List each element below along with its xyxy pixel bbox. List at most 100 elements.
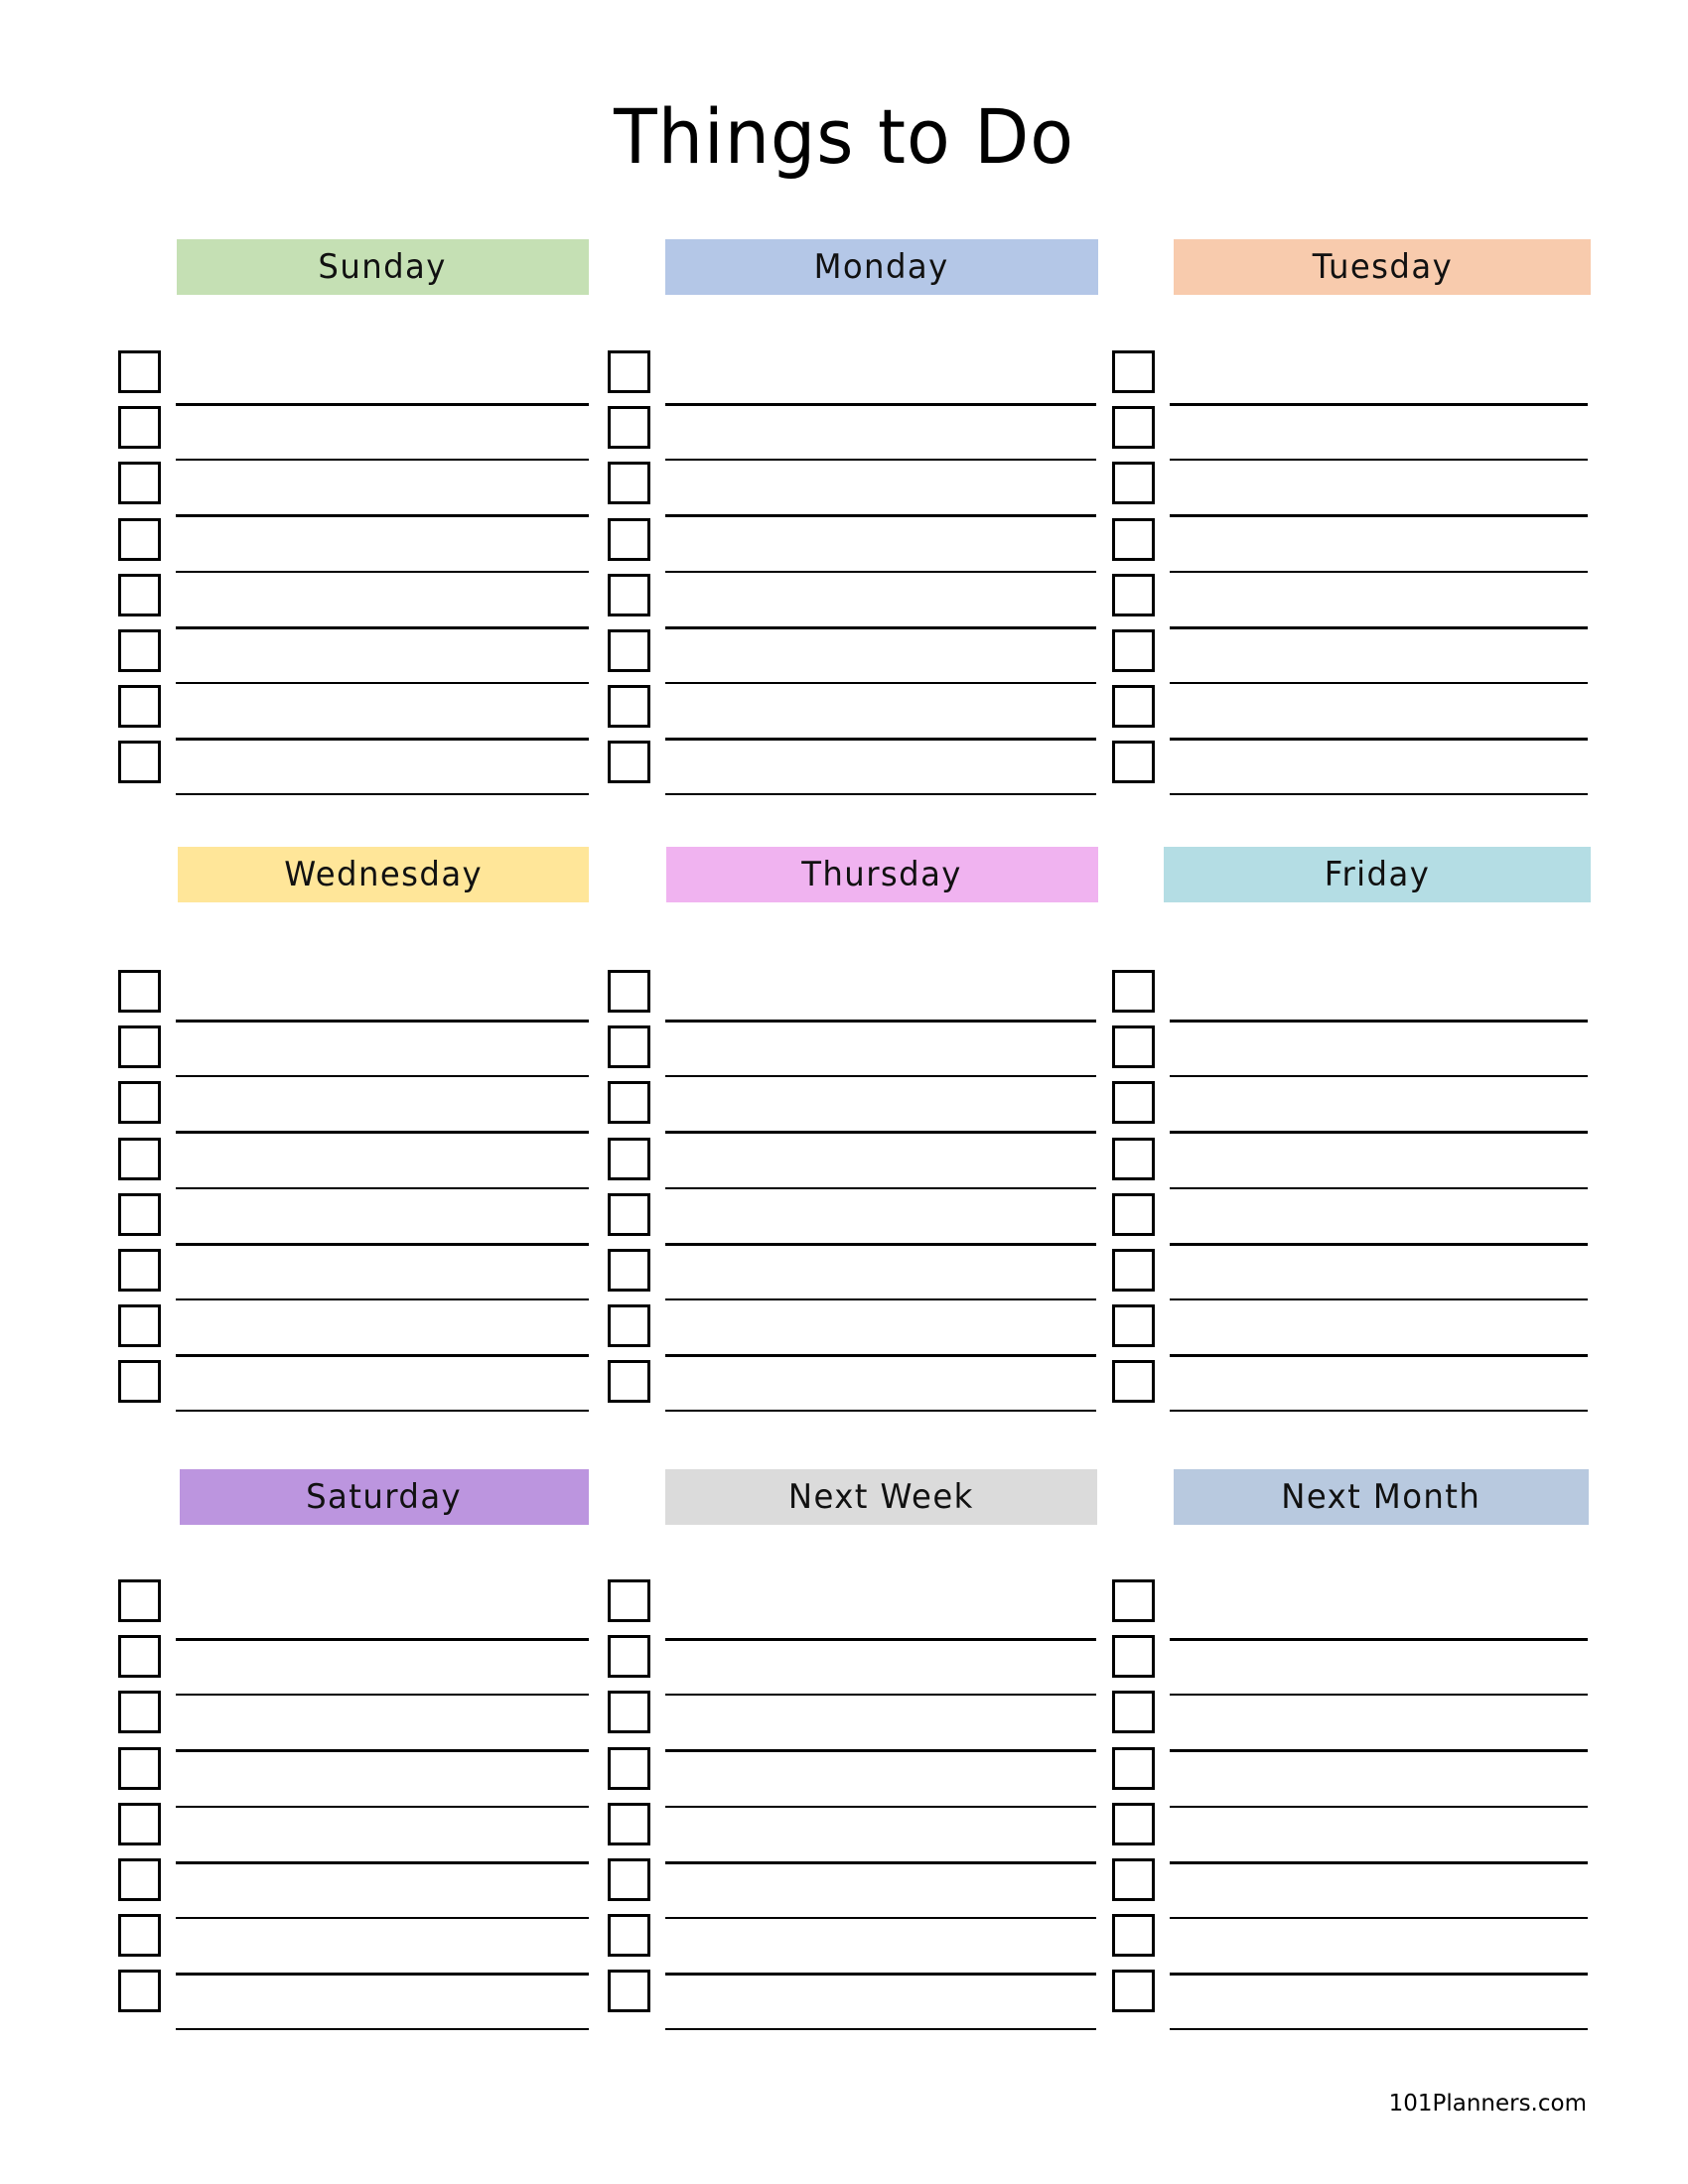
task-line[interactable] <box>665 793 1096 795</box>
task-line[interactable] <box>1170 571 1588 573</box>
task-line[interactable] <box>176 1131 589 1134</box>
task-line[interactable] <box>1170 738 1588 741</box>
task-line[interactable] <box>665 571 1096 573</box>
task-checkbox[interactable] <box>118 1304 161 1347</box>
task-line[interactable] <box>176 1806 589 1808</box>
task-checkbox[interactable] <box>118 1579 161 1622</box>
task-line[interactable] <box>665 1917 1096 1919</box>
task-line[interactable] <box>665 1806 1096 1808</box>
task-checkbox[interactable] <box>608 1635 650 1678</box>
task-line[interactable] <box>665 1638 1096 1641</box>
task-line[interactable] <box>176 1075 589 1077</box>
task-checkbox[interactable] <box>1112 741 1155 783</box>
task-checkbox[interactable] <box>118 1138 161 1180</box>
task-line[interactable] <box>665 1354 1096 1357</box>
task-line[interactable] <box>176 403 589 406</box>
task-checkbox[interactable] <box>608 462 650 504</box>
task-line[interactable] <box>176 1973 589 1976</box>
task-checkbox[interactable] <box>118 1360 161 1403</box>
task-line[interactable] <box>1170 793 1588 795</box>
task-checkbox[interactable] <box>118 462 161 504</box>
task-line[interactable] <box>176 1638 589 1641</box>
task-checkbox[interactable] <box>118 1249 161 1292</box>
task-line[interactable] <box>176 738 589 741</box>
task-checkbox[interactable] <box>608 1858 650 1901</box>
task-checkbox[interactable] <box>118 1747 161 1790</box>
task-checkbox[interactable] <box>1112 574 1155 616</box>
task-checkbox[interactable] <box>118 406 161 449</box>
task-line[interactable] <box>665 459 1096 461</box>
task-checkbox[interactable] <box>1112 1970 1155 2012</box>
task-line[interactable] <box>176 1917 589 1919</box>
task-line[interactable] <box>1170 514 1588 517</box>
task-line[interactable] <box>176 514 589 517</box>
task-checkbox[interactable] <box>1112 1858 1155 1901</box>
task-line[interactable] <box>1170 403 1588 406</box>
task-checkbox[interactable] <box>1112 462 1155 504</box>
task-line[interactable] <box>1170 626 1588 629</box>
task-checkbox[interactable] <box>118 518 161 561</box>
task-checkbox[interactable] <box>1112 406 1155 449</box>
task-line[interactable] <box>176 1298 589 1300</box>
task-line[interactable] <box>1170 1298 1588 1300</box>
task-line[interactable] <box>1170 1861 1588 1864</box>
task-checkbox[interactable] <box>1112 1304 1155 1347</box>
task-checkbox[interactable] <box>118 1803 161 1845</box>
task-line[interactable] <box>1170 682 1588 684</box>
task-checkbox[interactable] <box>118 1970 161 2012</box>
task-checkbox[interactable] <box>608 629 650 672</box>
task-line[interactable] <box>665 514 1096 517</box>
task-line[interactable] <box>1170 1410 1588 1412</box>
task-checkbox[interactable] <box>608 1803 650 1845</box>
task-line[interactable] <box>176 682 589 684</box>
task-checkbox[interactable] <box>608 1579 650 1622</box>
task-checkbox[interactable] <box>1112 1193 1155 1236</box>
task-line[interactable] <box>665 1973 1096 1976</box>
task-line[interactable] <box>1170 1020 1588 1023</box>
task-line[interactable] <box>665 682 1096 684</box>
task-line[interactable] <box>1170 1917 1588 1919</box>
task-checkbox[interactable] <box>1112 1691 1155 1733</box>
task-checkbox[interactable] <box>1112 350 1155 393</box>
task-line[interactable] <box>176 1749 589 1752</box>
task-line[interactable] <box>1170 2028 1588 2030</box>
task-checkbox[interactable] <box>608 1691 650 1733</box>
task-checkbox[interactable] <box>1112 1360 1155 1403</box>
task-checkbox[interactable] <box>1112 1138 1155 1180</box>
task-checkbox[interactable] <box>1112 685 1155 728</box>
task-checkbox[interactable] <box>1112 1747 1155 1790</box>
task-line[interactable] <box>1170 1749 1588 1752</box>
task-checkbox[interactable] <box>608 970 650 1013</box>
task-line[interactable] <box>1170 459 1588 461</box>
task-line[interactable] <box>665 626 1096 629</box>
task-checkbox[interactable] <box>118 1858 161 1901</box>
task-line[interactable] <box>665 1861 1096 1864</box>
task-checkbox[interactable] <box>118 741 161 783</box>
task-checkbox[interactable] <box>118 1025 161 1068</box>
task-checkbox[interactable] <box>118 1914 161 1957</box>
task-checkbox[interactable] <box>118 1635 161 1678</box>
task-checkbox[interactable] <box>118 574 161 616</box>
task-line[interactable] <box>665 1187 1096 1189</box>
task-checkbox[interactable] <box>608 1138 650 1180</box>
task-checkbox[interactable] <box>608 574 650 616</box>
task-checkbox[interactable] <box>118 629 161 672</box>
task-line[interactable] <box>176 1354 589 1357</box>
task-checkbox[interactable] <box>118 350 161 393</box>
task-line[interactable] <box>1170 1973 1588 1976</box>
task-checkbox[interactable] <box>118 970 161 1013</box>
task-line[interactable] <box>1170 1694 1588 1696</box>
task-line[interactable] <box>665 738 1096 741</box>
task-line[interactable] <box>176 626 589 629</box>
task-line[interactable] <box>176 1410 589 1412</box>
task-checkbox[interactable] <box>608 1747 650 1790</box>
task-line[interactable] <box>665 1410 1096 1412</box>
task-line[interactable] <box>1170 1131 1588 1134</box>
task-line[interactable] <box>1170 1243 1588 1246</box>
task-line[interactable] <box>176 793 589 795</box>
task-line[interactable] <box>176 1694 589 1696</box>
task-checkbox[interactable] <box>1112 1249 1155 1292</box>
task-line[interactable] <box>665 2028 1096 2030</box>
task-checkbox[interactable] <box>608 685 650 728</box>
task-checkbox[interactable] <box>608 1025 650 1068</box>
